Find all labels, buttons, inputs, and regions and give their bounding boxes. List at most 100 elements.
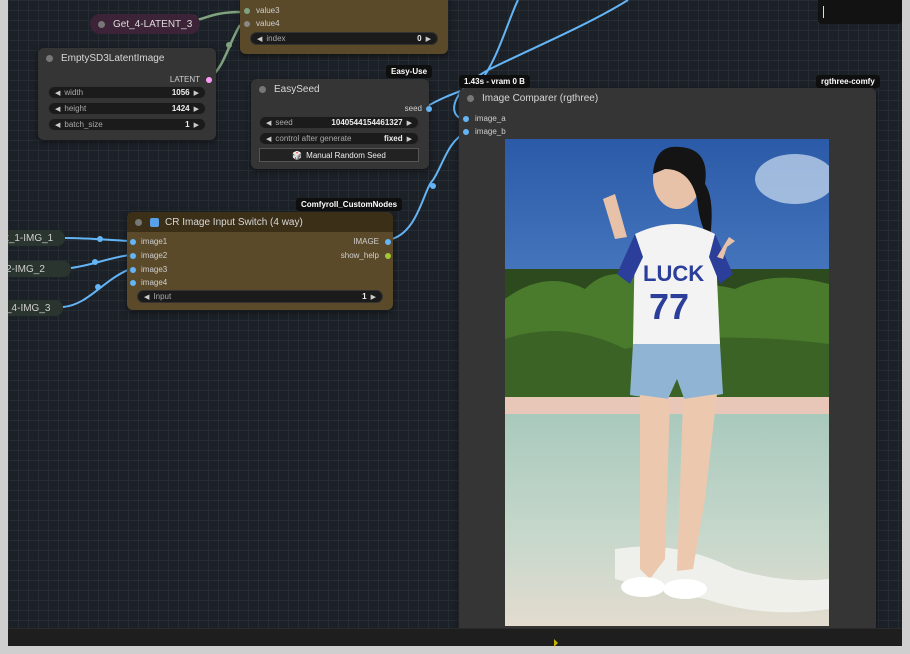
comfyroll-badge: Comfyroll_CustomNodes: [296, 198, 403, 211]
input-select-label: Input: [153, 292, 172, 301]
decrement-arrow-icon[interactable]: ◀: [266, 135, 271, 143]
width-value: 1056: [171, 88, 190, 97]
timing-badge: 1.43s - vram 0 B: [459, 75, 530, 88]
cube-icon: 🎲: [292, 150, 303, 160]
value-index-node[interactable]: value3 value4 ◀ index 0 ▶: [240, 0, 448, 54]
value4-port-dot[interactable]: [244, 20, 250, 27]
show-help-output-label: show_help: [340, 251, 379, 260]
increment-arrow-icon[interactable]: ▶: [426, 35, 431, 43]
node-title[interactable]: EmptySD3LatentImage: [38, 48, 216, 68]
node-title[interactable]: CR Image Input Switch (4 way): [127, 212, 393, 232]
mouse-cursor-icon: [554, 639, 558, 647]
node-title[interactable]: Image Comparer (rgthree): [459, 88, 876, 108]
input-image2[interactable]: image2: [130, 251, 167, 260]
reroute-label: 2-IMG_2: [8, 263, 45, 275]
decrement-arrow-icon[interactable]: ◀: [257, 35, 262, 43]
latent-port-dot[interactable]: [206, 76, 212, 83]
comparison-image[interactable]: LUCK 77: [505, 139, 829, 626]
decrement-arrow-icon[interactable]: ◀: [55, 89, 60, 97]
switch-icon: [150, 217, 159, 227]
node-canvas[interactable]: Get_4-LATENT_3 value3 value4 ◀ index 0 ▶…: [8, 0, 902, 628]
output-seed[interactable]: seed: [405, 104, 432, 113]
image3-label: image3: [141, 265, 168, 274]
image-a-port-dot[interactable]: [463, 115, 469, 122]
image-a-label: image_a: [475, 114, 506, 123]
increment-arrow-icon[interactable]: ▶: [194, 105, 199, 113]
batch-size-value: 1: [185, 120, 190, 129]
node-title-text: EasySeed: [274, 83, 320, 95]
index-widget[interactable]: ◀ index 0 ▶: [250, 32, 438, 45]
beach-photo: LUCK 77: [505, 139, 829, 626]
input-image-a[interactable]: image_a: [463, 114, 506, 123]
get-node-label: Get_4-LATENT_3: [113, 18, 193, 30]
input-image-b[interactable]: image_b: [463, 127, 506, 136]
shirt-text-luck: LUCK: [643, 261, 704, 286]
bottom-bar: [8, 628, 902, 647]
image2-label: image2: [141, 251, 168, 260]
decrement-arrow-icon[interactable]: ◀: [266, 119, 271, 127]
width-widget[interactable]: ◀ width 1056 ▶: [48, 86, 206, 99]
empty-sd3-latent-node[interactable]: EmptySD3LatentImage LATENT ◀ width 1056 …: [38, 48, 216, 140]
width-label: width: [64, 88, 84, 97]
height-label: height: [64, 104, 87, 113]
control-label: control after generate: [275, 134, 352, 143]
seed-output-label: seed: [404, 104, 422, 113]
index-value: 0: [417, 34, 422, 43]
image3-port-dot[interactable]: [130, 266, 136, 273]
input-select-widget[interactable]: ◀ Input 1 ▶: [137, 290, 383, 303]
node-title[interactable]: EasySeed: [251, 79, 429, 99]
output-latent[interactable]: LATENT: [170, 75, 212, 84]
increment-arrow-icon[interactable]: ▶: [407, 135, 412, 143]
input-image1[interactable]: image1: [130, 237, 167, 246]
index-label: index: [266, 34, 286, 43]
image1-port-dot[interactable]: [130, 238, 136, 245]
image4-port-dot[interactable]: [130, 279, 136, 286]
output-show-help[interactable]: show_help: [341, 251, 391, 260]
height-value: 1424: [171, 104, 190, 113]
node-status-dot: [135, 218, 142, 226]
decrement-arrow-icon[interactable]: ◀: [144, 293, 149, 301]
cr-image-input-switch-node[interactable]: CR Image Input Switch (4 way) image1 ima…: [127, 212, 393, 310]
value3-port-dot[interactable]: [244, 7, 250, 14]
increment-arrow-icon[interactable]: ▶: [371, 293, 376, 301]
input-value4[interactable]: value4: [244, 19, 280, 28]
image2-port-dot[interactable]: [130, 252, 136, 259]
show-help-port-dot[interactable]: [385, 252, 391, 259]
reroute-img-1[interactable]: t_1-IMG_1: [8, 230, 65, 246]
increment-arrow-icon[interactable]: ▶: [194, 121, 199, 129]
decrement-arrow-icon[interactable]: ◀: [55, 121, 60, 129]
reroute-img-3[interactable]: _4-IMG_3: [8, 300, 63, 316]
seed-widget[interactable]: ◀ seed 1040544154461327 ▶: [259, 116, 419, 129]
input-image4[interactable]: image4: [130, 278, 167, 287]
batch-size-label: batch_size: [64, 120, 103, 129]
reroute-label: t_1-IMG_1: [8, 232, 54, 244]
easy-seed-node[interactable]: EasySeed seed ◀ seed 1040544154461327 ▶ …: [251, 79, 432, 169]
node-status-dot: [467, 94, 474, 102]
seed-label: seed: [275, 118, 293, 127]
image-output-port-dot[interactable]: [385, 238, 391, 245]
get-latent-node[interactable]: Get_4-LATENT_3: [90, 14, 200, 34]
increment-arrow-icon[interactable]: ▶: [407, 119, 412, 127]
height-widget[interactable]: ◀ height 1424 ▶: [48, 102, 206, 115]
node-title-text: CR Image Input Switch (4 way): [165, 216, 303, 228]
batch-size-widget[interactable]: ◀ batch_size 1 ▶: [48, 118, 206, 131]
input-select-value: 1: [362, 292, 367, 301]
output-image[interactable]: IMAGE: [353, 237, 391, 246]
reroute-label: _4-IMG_3: [8, 302, 51, 314]
manual-random-seed-button[interactable]: 🎲 Manual Random Seed: [259, 148, 419, 162]
text-cursor: [823, 6, 824, 18]
value4-label: value4: [256, 19, 280, 28]
latent-output-label: LATENT: [169, 75, 200, 84]
top-right-panel: [818, 0, 902, 24]
image-b-port-dot[interactable]: [463, 128, 469, 135]
node-status-dot: [46, 54, 53, 62]
increment-arrow-icon[interactable]: ▶: [194, 89, 199, 97]
decrement-arrow-icon[interactable]: ◀: [55, 105, 60, 113]
input-value3[interactable]: value3: [244, 6, 280, 15]
reroute-img-2[interactable]: 2-IMG_2: [8, 261, 71, 277]
easy-use-badge: Easy-Use: [386, 65, 433, 78]
image-output-label: IMAGE: [353, 237, 379, 246]
seed-port-dot[interactable]: [426, 105, 432, 112]
control-after-generate-widget[interactable]: ◀ control after generate fixed ▶: [259, 132, 419, 145]
input-image3[interactable]: image3: [130, 265, 167, 274]
